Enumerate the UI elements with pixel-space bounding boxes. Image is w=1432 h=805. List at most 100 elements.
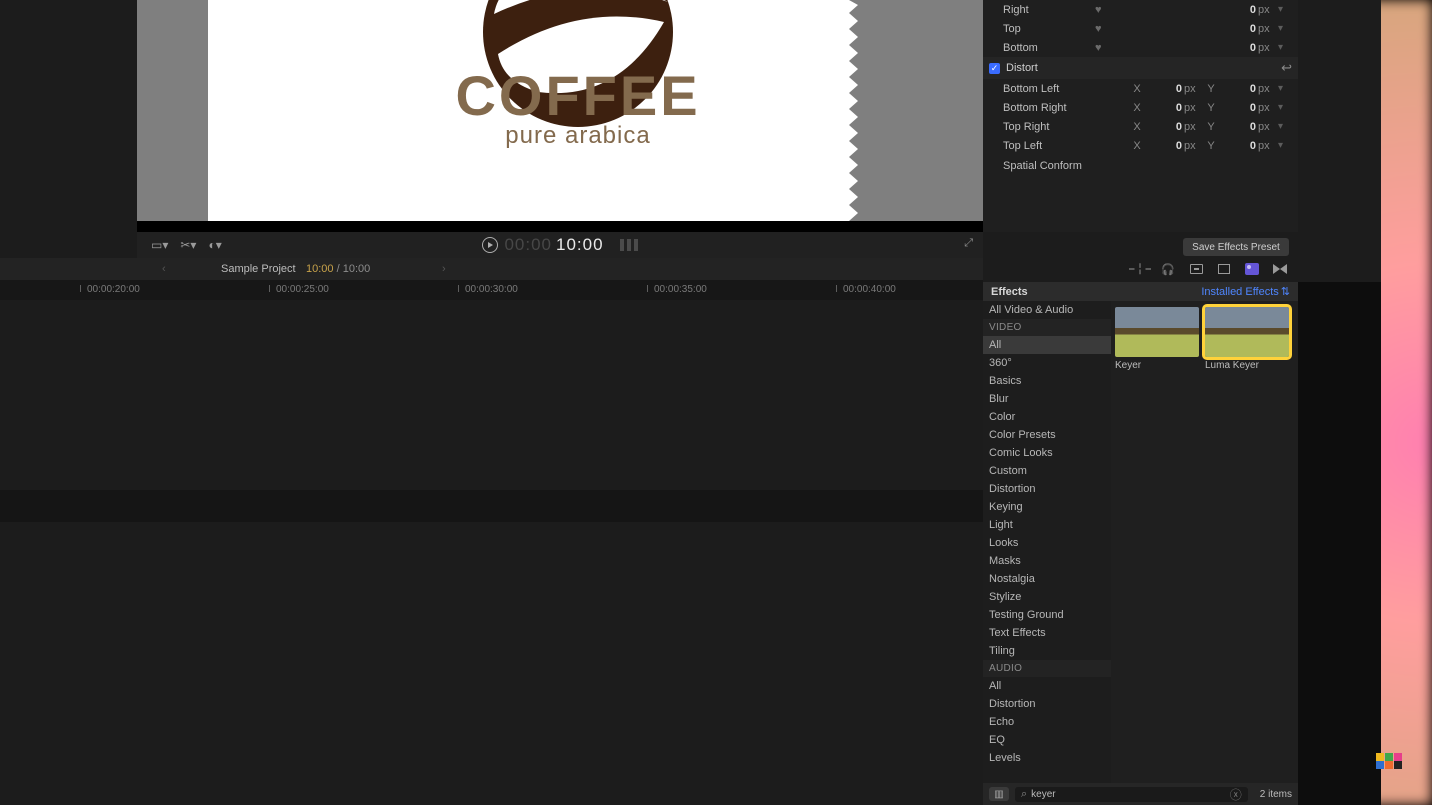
prev-edit-icon[interactable]: ‹ (150, 263, 178, 275)
effects-category-nostalgia[interactable]: Nostalgia (983, 570, 1111, 588)
x-value[interactable]: 0 (1144, 121, 1182, 133)
param-menu-icon[interactable]: ▾ (1278, 23, 1292, 34)
project-name[interactable]: Sample Project (221, 263, 296, 275)
timeline-area[interactable] (0, 300, 983, 805)
x-value[interactable]: 0 (1144, 83, 1182, 95)
distort-section-header[interactable]: ✓ Distort ↩ (983, 57, 1298, 79)
x-label: X (1130, 83, 1144, 95)
effect-name: Luma Keyer (1205, 360, 1289, 371)
chapter-markers-icon[interactable] (620, 239, 638, 251)
x-unit: px (1182, 83, 1204, 95)
fullscreen-icon[interactable]: ⤢ (964, 237, 973, 250)
y-value[interactable]: 0 (1218, 83, 1256, 95)
y-value[interactable]: 0 (1218, 102, 1256, 114)
effects-category-echo[interactable]: Echo (983, 713, 1111, 731)
keyframe-icon[interactable]: ♥ (1095, 4, 1109, 16)
distort-checkbox[interactable]: ✓ (989, 63, 1000, 74)
param-value[interactable]: 0 (1218, 23, 1256, 35)
effects-category-stylize[interactable]: Stylize (983, 588, 1111, 606)
effects-category-blur[interactable]: Blur (983, 390, 1111, 408)
param-menu-icon[interactable]: ▾ (1278, 121, 1292, 132)
dock-app-icon[interactable] (1376, 753, 1402, 769)
solo-icon[interactable] (1188, 262, 1204, 276)
crop-top-row[interactable]: Top♥0px▾ (983, 19, 1298, 38)
distort-label: Distort (1006, 62, 1038, 74)
audio-skimming-icon[interactable]: 🎧 (1160, 262, 1176, 276)
snapping-icon[interactable] (1216, 262, 1232, 276)
effect-name: Keyer (1115, 360, 1199, 371)
y-label: Y (1204, 102, 1218, 114)
param-value[interactable]: 0 (1218, 4, 1256, 16)
effects-category-comic-looks[interactable]: Comic Looks (983, 444, 1111, 462)
effects-category-looks[interactable]: Looks (983, 534, 1111, 552)
param-value[interactable]: 0 (1218, 42, 1256, 54)
x-value[interactable]: 0 (1144, 102, 1182, 114)
effects-grid[interactable]: Keyer Luma Keyer (1111, 301, 1298, 783)
effects-category-text-effects[interactable]: Text Effects (983, 624, 1111, 642)
effects-footer: ▥ ⌕ keyer ⓧ 2 items (983, 783, 1298, 805)
library-toggle-icon[interactable]: ▥ (989, 787, 1009, 801)
effects-category-tiling[interactable]: Tiling (983, 642, 1111, 660)
effects-category-distortion[interactable]: Distortion (983, 480, 1111, 498)
keyframe-icon[interactable]: ♥ (1095, 42, 1109, 54)
clear-search-icon[interactable]: ⓧ (1230, 786, 1242, 803)
distort-top-left-row[interactable]: Top LeftX0pxY0px▾ (983, 136, 1298, 155)
viewer-letterbox-right (849, 0, 983, 221)
installed-effects-dropdown[interactable]: Installed Effects ⇅ (1201, 285, 1290, 298)
play-button[interactable] (482, 237, 498, 253)
effects-category-audio: AUDIO (983, 660, 1111, 677)
effects-category-eq[interactable]: EQ (983, 731, 1111, 749)
param-menu-icon[interactable]: ▾ (1278, 83, 1292, 94)
keyframe-icon[interactable]: ♥ (1095, 23, 1109, 35)
distort-bottom-left-row[interactable]: Bottom LeftX0pxY0px▾ (983, 79, 1298, 98)
effects-category-levels[interactable]: Levels (983, 749, 1111, 767)
param-label: Top Right (1003, 121, 1095, 133)
coffee-title: COFFEE (388, 63, 768, 128)
distort-top-right-row[interactable]: Top RightX0pxY0px▾ (983, 117, 1298, 136)
timecode-value[interactable]: 10:00 (556, 235, 604, 255)
effects-category-all[interactable]: All (983, 677, 1111, 695)
effects-search-input[interactable]: ⌕ keyer ⓧ (1015, 787, 1248, 802)
param-unit: px (1256, 4, 1278, 16)
distort-reset-icon[interactable]: ↩ (1281, 60, 1292, 76)
crop-bottom-row[interactable]: Bottom♥0px▾ (983, 38, 1298, 57)
effects-category-basics[interactable]: Basics (983, 372, 1111, 390)
transitions-browser-icon[interactable] (1272, 262, 1288, 276)
effects-category-video: VIDEO (983, 319, 1111, 336)
effects-category-custom[interactable]: Custom (983, 462, 1111, 480)
effects-category-list[interactable]: All Video & AudioVIDEOAll360°BasicsBlurC… (983, 301, 1111, 783)
effects-category-360-[interactable]: 360° (983, 354, 1111, 372)
skimming-icon[interactable]: ⎯╎⎯ (1132, 262, 1148, 276)
effects-category-all-video-audio[interactable]: All Video & Audio (983, 301, 1111, 319)
viewer[interactable]: COFFEE pure arabica (137, 0, 983, 232)
effects-category-distortion[interactable]: Distortion (983, 695, 1111, 713)
effects-browser: Effects Installed Effects ⇅ All Video & … (983, 282, 1298, 805)
ruler-tick: 00:00:35:00 (647, 284, 707, 295)
y-value[interactable]: 0 (1218, 121, 1256, 133)
effects-category-all[interactable]: All (983, 336, 1111, 354)
save-effects-preset-button[interactable]: Save Effects Preset (1183, 238, 1289, 256)
param-menu-icon[interactable]: ▾ (1278, 140, 1292, 151)
effects-browser-icon[interactable] (1244, 262, 1260, 276)
spatial-conform-row[interactable]: Spatial Conform (983, 155, 1298, 177)
crop-right-row[interactable]: Right♥0px▾ (983, 0, 1298, 19)
effects-category-color-presets[interactable]: Color Presets (983, 426, 1111, 444)
effects-category-color[interactable]: Color (983, 408, 1111, 426)
effects-category-light[interactable]: Light (983, 516, 1111, 534)
next-edit-icon[interactable]: › (430, 263, 458, 275)
param-menu-icon[interactable]: ▾ (1278, 102, 1292, 113)
effect-item-keyer[interactable]: Keyer (1115, 307, 1199, 371)
project-time: 10:00 / 10:00 (306, 263, 370, 275)
effects-category-testing-ground[interactable]: Testing Ground (983, 606, 1111, 624)
y-value[interactable]: 0 (1218, 140, 1256, 152)
timeline-ruler[interactable]: 00:00:20:0000:00:25:0000:00:30:0000:00:3… (0, 280, 983, 300)
effect-item-luma-keyer[interactable]: Luma Keyer (1205, 307, 1289, 371)
x-label: X (1130, 140, 1144, 152)
param-label: Top Left (1003, 140, 1095, 152)
effects-category-masks[interactable]: Masks (983, 552, 1111, 570)
distort-bottom-right-row[interactable]: Bottom RightX0pxY0px▾ (983, 98, 1298, 117)
param-menu-icon[interactable]: ▾ (1278, 42, 1292, 53)
param-menu-icon[interactable]: ▾ (1278, 4, 1292, 15)
x-value[interactable]: 0 (1144, 140, 1182, 152)
effects-category-keying[interactable]: Keying (983, 498, 1111, 516)
